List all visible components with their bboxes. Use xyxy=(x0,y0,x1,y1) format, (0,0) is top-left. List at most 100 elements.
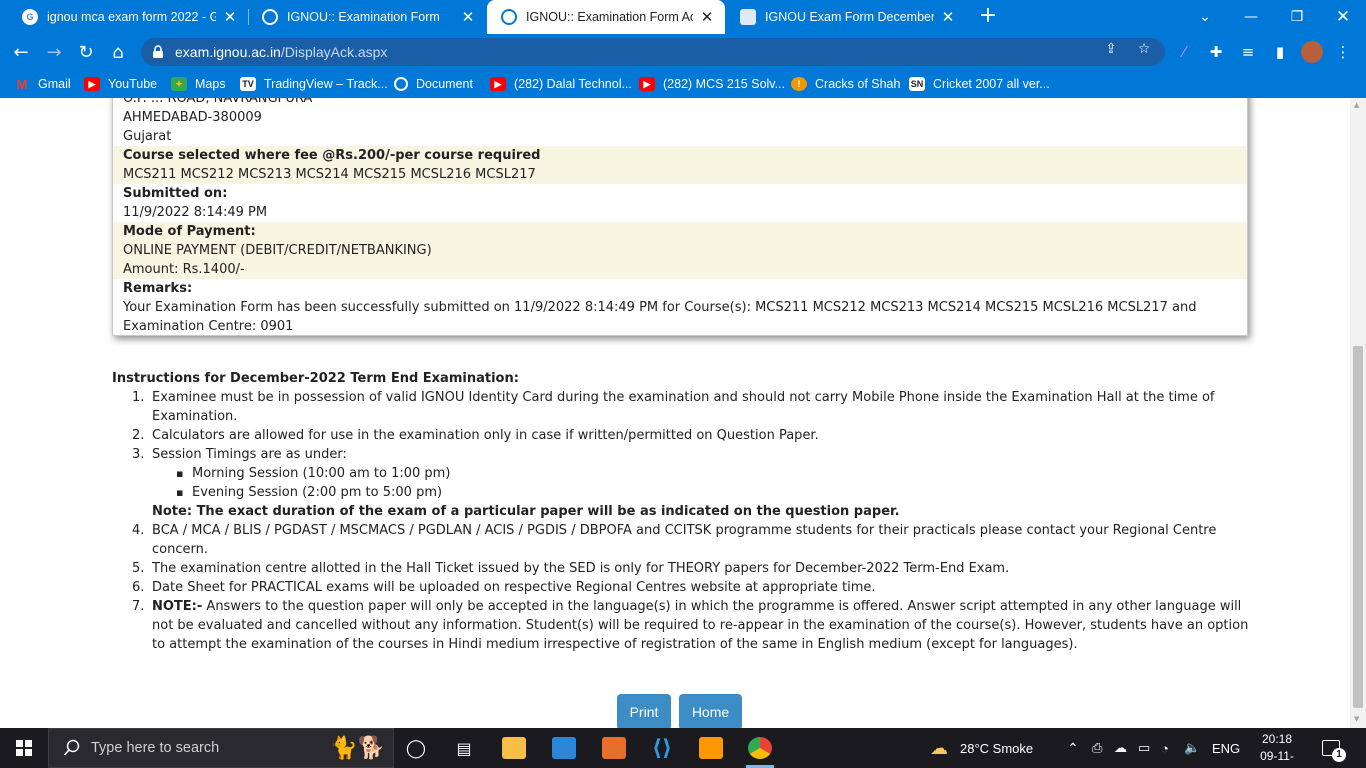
vscode-icon: ⟨⟩ xyxy=(651,735,673,761)
windows-logo-icon xyxy=(16,740,32,756)
browser-toolbar: ← → ↻ ⌂ exam.ignou.ac.in/DisplayAck.aspx… xyxy=(0,34,1366,70)
close-tab-icon[interactable]: ✕ xyxy=(940,8,956,26)
wifi-icon[interactable]: ◔ xyxy=(1161,728,1169,768)
lock-icon[interactable] xyxy=(151,45,165,59)
task-view-button[interactable]: ◯ xyxy=(398,728,434,768)
address-bar[interactable]: exam.ignou.ac.in/DisplayAck.aspx xyxy=(141,38,1165,66)
system-clock[interactable]: 20:18 09-11-2022 xyxy=(1247,731,1307,768)
taskbar-search-box[interactable]: Type here to search 🐈🐕 xyxy=(48,728,394,768)
bookmark-tradingview[interactable]: TV TradingView – Track... xyxy=(240,70,388,98)
show-hidden-icons-button[interactable]: ⌃ xyxy=(1067,728,1079,768)
globe-icon xyxy=(394,77,408,91)
sublime-text-button[interactable] xyxy=(693,728,729,768)
instruction-item: 6. Date Sheet for PRACTICAL exams will be… xyxy=(112,578,1252,597)
office-app-button[interactable] xyxy=(596,728,632,768)
bookmark-label: Cricket 2007 all ver... xyxy=(933,77,1050,91)
language-indicator[interactable]: ENG xyxy=(1212,728,1240,768)
bookmark-youtube[interactable]: ▶ YouTube xyxy=(84,70,157,98)
bookmark-document[interactable]: Document xyxy=(394,70,473,98)
back-button[interactable]: ← xyxy=(7,38,35,66)
widgets-button[interactable]: ▤ xyxy=(446,728,482,768)
minimize-button[interactable]: — xyxy=(1228,0,1274,34)
forward-button[interactable]: → xyxy=(40,38,68,66)
extensions-puzzle-icon[interactable]: ✚ xyxy=(1206,42,1226,62)
submitted-label: Submitted on: xyxy=(113,184,1247,203)
side-panel-icon[interactable]: ▮ xyxy=(1270,42,1290,62)
close-tab-icon[interactable]: ✕ xyxy=(699,8,715,26)
scroll-down-arrow-icon[interactable]: ▼ xyxy=(1354,715,1359,723)
remarks-value: Your Examination Form has been successfu… xyxy=(123,300,1197,334)
tab-examination-form-ack[interactable]: IGNOU:: Examination Form Acknc ✕ xyxy=(487,0,725,34)
chrome-taskbar-button[interactable] xyxy=(742,728,778,768)
url-path: /DisplayAck.aspx xyxy=(280,44,388,60)
tab-examination-form[interactable]: IGNOU:: Examination Form ✕ xyxy=(248,0,486,34)
onedrive-cloud-icon[interactable]: ☁ xyxy=(1114,728,1127,768)
bookmark-mcs-215[interactable]: ▶ (282) MCS 215 Solv... xyxy=(639,70,785,98)
instructions-list-continued: 4. BCA / MCA / BLIS / PGDAST / MSCMACS / … xyxy=(112,521,1252,654)
scroll-thumb[interactable] xyxy=(1353,346,1363,708)
bookmark-cracks-of-shah[interactable]: ! Cracks of Shah xyxy=(791,70,900,98)
tab-ignou-exam-form-december[interactable]: IGNOU Exam Form December 20 ✕ xyxy=(726,0,966,34)
session-timings-list: Morning Session (10:00 am to 1:00 pm) Ev… xyxy=(152,464,1252,502)
morning-session: Morning Session (10:00 am to 1:00 pm) xyxy=(152,464,1252,483)
media-controls-icon[interactable]: ≡ xyxy=(1238,42,1258,62)
tab-title: IGNOU:: Examination Form Acknc xyxy=(526,10,693,24)
new-tab-button[interactable]: + xyxy=(976,4,1000,28)
close-tab-icon[interactable]: ✕ xyxy=(222,8,238,26)
search-highlight-cats-icon: 🐈🐕 xyxy=(330,735,385,761)
close-tab-icon[interactable]: ✕ xyxy=(460,8,476,26)
instruction-number: 6. xyxy=(132,580,145,595)
tab-google-search[interactable]: G ignou mca exam form 2022 - Goo ✕ xyxy=(8,0,248,34)
vertical-scrollbar[interactable]: ▲ ▼ xyxy=(1350,98,1366,728)
volume-icon[interactable]: 🔈 xyxy=(1184,728,1200,768)
battery-icon[interactable]: ▭ xyxy=(1138,728,1150,768)
instruction-item: 5. The examination centre allotted in the… xyxy=(112,559,1252,578)
print-button[interactable]: Print xyxy=(617,694,671,728)
weather-text: 28°C Smoke xyxy=(960,740,1034,756)
close-window-button[interactable]: ✕ xyxy=(1320,0,1366,34)
bookmark-label: (282) Dalal Technol... xyxy=(514,77,632,91)
maps-icon: ✦ xyxy=(171,77,187,91)
notification-icon: 1 xyxy=(1322,740,1346,762)
bookmark-gmail[interactable]: M Gmail xyxy=(14,70,71,98)
url-text: exam.ignou.ac.in/DisplayAck.aspx xyxy=(175,44,387,60)
bookmark-star-icon[interactable]: ☆ xyxy=(1135,40,1153,58)
weather-widget[interactable]: ☁ 28°C Smoke xyxy=(930,728,1033,768)
sublime-icon xyxy=(699,737,723,759)
tab-search-chevron-icon[interactable]: ⌄ xyxy=(1182,0,1228,34)
file-explorer-button[interactable] xyxy=(496,728,532,768)
meet-now-icon[interactable]: ⎙ xyxy=(1092,728,1102,768)
restore-button[interactable]: ❐ xyxy=(1274,0,1320,34)
browser-menu-icon[interactable]: ⋮ xyxy=(1333,42,1353,62)
home-button[interactable]: ⌂ xyxy=(104,38,132,66)
home-page-button[interactable]: Home xyxy=(679,694,742,728)
remarks-label-text: Remarks: xyxy=(123,281,193,296)
mail-button[interactable] xyxy=(546,728,582,768)
pen-extension-icon[interactable]: ⁄ xyxy=(1174,42,1194,62)
instruction-item: 3. Session Timings are as under: Morning … xyxy=(112,445,1252,502)
youtube-icon: ▶ xyxy=(639,77,655,91)
search-placeholder: Type here to search xyxy=(91,740,220,756)
info-icon: ! xyxy=(791,77,807,91)
instructions-title: Instructions for December-2022 Term End … xyxy=(112,371,519,386)
profile-avatar[interactable] xyxy=(1301,41,1323,63)
instruction-text: Examinee must be in possession of valid … xyxy=(152,390,1215,424)
url-host: exam.ignou.ac.in xyxy=(175,44,281,60)
share-icon[interactable]: ⇪ xyxy=(1102,40,1120,58)
bookmark-label: YouTube xyxy=(108,77,158,91)
bookmark-maps[interactable]: ✦ Maps xyxy=(171,70,226,98)
bookmark-dalal-technol[interactable]: ▶ (282) Dalal Technol... xyxy=(490,70,632,98)
reload-button[interactable]: ↻ xyxy=(72,38,100,66)
page-viewport: O.P. ... ROAD, NAVRANGPURA AHMEDABAD-380… xyxy=(0,98,1350,728)
remarks-label: Remarks: xyxy=(113,279,1247,298)
folder-icon xyxy=(502,737,526,759)
start-button[interactable] xyxy=(0,728,48,768)
tab-title: IGNOU:: Examination Form xyxy=(287,10,440,24)
notification-center-button[interactable]: 1 xyxy=(1322,728,1346,768)
instruction-item: 2. Calculators are allowed for use in the… xyxy=(112,426,1252,445)
instruction-text: Answers to the question paper will only … xyxy=(152,599,1249,652)
bookmark-cricket-2007[interactable]: SN Cricket 2007 all ver... xyxy=(909,70,1050,98)
vscode-button[interactable]: ⟨⟩ xyxy=(644,728,680,768)
note-prefix: NOTE:- xyxy=(152,599,203,614)
scroll-up-arrow-icon[interactable]: ▲ xyxy=(1354,101,1359,109)
